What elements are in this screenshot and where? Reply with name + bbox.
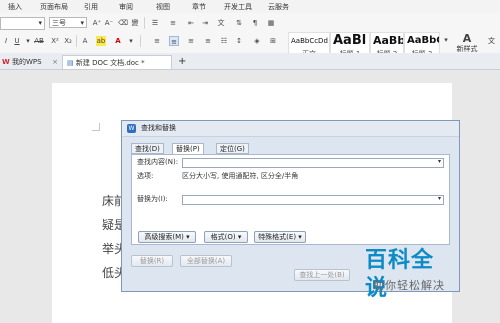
tab-goto[interactable]: 定位(G)	[216, 143, 249, 154]
tab-current-document[interactable]: ▤ 新建 DOC 文档.doc *	[62, 55, 172, 69]
tab-view[interactable]: 视图	[156, 2, 170, 12]
pinyin-icon[interactable]: 變	[130, 18, 140, 28]
ribbon-toolbar: ▾ 三号 ▾ A⁺ A⁻ ⌫ 變 ☰ ≡ ⇤ ⇥ 文 ⇅ ¶ ▦ I U ▾ A…	[0, 13, 500, 62]
style-sample: AaBbCcDd	[291, 37, 328, 45]
decrease-indent-icon[interactable]: ⇤	[186, 18, 196, 28]
highlight-icon[interactable]: ab	[96, 36, 106, 46]
chevron-down-icon: ▾	[80, 19, 84, 27]
tab-insert[interactable]: 插入	[8, 2, 22, 12]
replace-button[interactable]: 替换(R)	[131, 255, 173, 267]
align-right-icon[interactable]: ≡	[186, 36, 196, 46]
new-tab-button[interactable]: +	[178, 55, 188, 69]
font-size-value: 三号	[52, 19, 66, 27]
tab-review[interactable]: 审阅	[119, 2, 133, 12]
style-sample: AaBb(	[373, 34, 403, 47]
wps-logo-icon: W	[2, 58, 10, 66]
find-input[interactable]: ▾	[182, 158, 444, 168]
italic-icon[interactable]: I	[1, 36, 11, 46]
text-effect-icon[interactable]: A	[80, 36, 90, 46]
document-icon: ▤	[67, 59, 74, 67]
distribute-icon[interactable]: ☷	[219, 36, 229, 46]
dialog-body: 查找内容(N): ▾ 选项: 区分大小写, 使用通配符, 区分全/半角 替换为(…	[131, 154, 450, 245]
dialog-title: 查找和替换	[141, 124, 176, 132]
tab-page-layout[interactable]: 页面布局	[40, 2, 68, 12]
find-label: 查找内容(N):	[137, 158, 179, 166]
replace-all-button[interactable]: 全部替换(A)	[180, 255, 232, 267]
chevron-down-icon[interactable]: ▾	[438, 158, 441, 165]
chevron-down-icon[interactable]: ▾	[126, 36, 136, 46]
options-value: 区分大小写, 使用通配符, 区分全/半角	[182, 172, 299, 180]
chevron-down-icon: ▾	[38, 19, 42, 27]
chinese-layout-icon[interactable]: 文	[216, 18, 226, 28]
grow-font-icon[interactable]: A⁺	[92, 18, 102, 28]
style-sample: AaBbC	[407, 35, 440, 46]
borders-icon[interactable]: ⊞	[268, 36, 278, 46]
increase-indent-icon[interactable]: ⇥	[200, 18, 210, 28]
watermark-logo: 百科全说	[365, 248, 435, 301]
style-sample: AaBl	[333, 33, 367, 48]
advanced-search-button[interactable]: 高级搜索(M) ▾	[138, 231, 196, 243]
shrink-font-icon[interactable]: A⁻	[104, 18, 114, 28]
line-spacing-icon[interactable]: ↕	[234, 36, 244, 46]
wps-logo-icon: W	[127, 124, 136, 133]
tab-my-wps[interactable]: W 我的WPS ×	[2, 55, 60, 69]
close-icon[interactable]: ×	[52, 55, 58, 69]
replace-label: 替换为(I):	[137, 195, 168, 203]
bullet-list-icon[interactable]: ☰	[150, 18, 160, 28]
numbered-list-icon[interactable]: ≡	[168, 18, 178, 28]
font-name-select[interactable]: ▾	[0, 17, 45, 30]
text-tool-button[interactable]: 文	[488, 36, 495, 47]
align-left-icon[interactable]: ≡	[152, 36, 162, 46]
tab-label: 我的WPS	[11, 58, 42, 66]
tab-section[interactable]: 章节	[192, 2, 206, 12]
text-tool-label: 文	[488, 37, 495, 45]
dialog-title-bar[interactable]: W 查找和替换	[122, 121, 459, 137]
ribbon-tab-bar: 插入 页面布局 引用 审阅 视图 章节 开发工具 云服务	[0, 0, 500, 13]
tab-references[interactable]: 引用	[84, 2, 98, 12]
find-previous-button[interactable]: 查找上一处(B)	[294, 269, 350, 281]
margin-mark	[92, 123, 100, 131]
special-format-button[interactable]: 特殊格式(E) ▾	[254, 231, 306, 243]
tab-find[interactable]: 查找(D)	[131, 143, 164, 154]
format-button[interactable]: 格式(O) ▾	[204, 231, 248, 243]
options-label: 选项:	[137, 172, 154, 180]
new-style-icon: A	[462, 32, 472, 45]
border-icon[interactable]: ▦	[266, 18, 276, 28]
show-marks-icon[interactable]: ¶	[250, 18, 260, 28]
underline-icon[interactable]: U	[12, 36, 22, 46]
justify-icon[interactable]: ≡	[203, 36, 213, 46]
tab-cloud-service[interactable]: 云服务	[268, 2, 289, 12]
font-size-select[interactable]: 三号 ▾	[49, 17, 87, 28]
sort-icon[interactable]: ⇅	[234, 18, 244, 28]
document-tab-bar: W 我的WPS × ▤ 新建 DOC 文档.doc * +	[0, 53, 500, 70]
clear-format-icon[interactable]: ⌫	[118, 18, 128, 28]
chevron-down-icon[interactable]: ▾	[441, 35, 451, 45]
chevron-down-icon[interactable]: ▾	[438, 195, 441, 202]
replace-input[interactable]: ▾	[182, 195, 444, 205]
tab-developer-tools[interactable]: 开发工具	[224, 2, 252, 12]
shading-icon[interactable]: ◈	[252, 36, 262, 46]
subscript-icon[interactable]: X₂	[63, 36, 73, 46]
align-center-icon[interactable]: ≡	[169, 36, 179, 46]
watermark-tagline: 助你轻松解决	[373, 279, 445, 292]
strikethrough-icon[interactable]: AB	[32, 36, 46, 46]
font-color-icon[interactable]: A	[113, 36, 123, 46]
tab-label: 新建 DOC 文档.doc *	[75, 59, 145, 67]
superscript-icon[interactable]: X²	[50, 36, 60, 46]
